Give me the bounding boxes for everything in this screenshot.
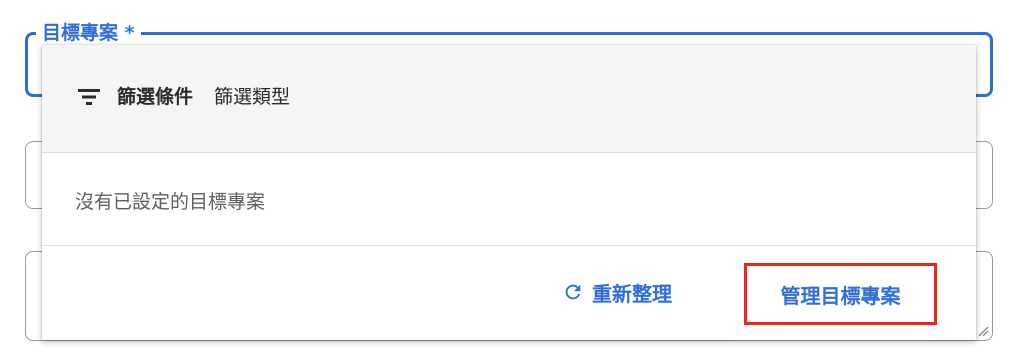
refresh-button[interactable]: 重新整理 (562, 277, 672, 307)
filter-list-icon[interactable] (78, 88, 100, 106)
empty-message: 沒有已設定的目標專案 (75, 191, 266, 213)
manage-label: 管理目標專案 (780, 283, 901, 308)
refresh-label: 重新整理 (592, 281, 672, 306)
page: 目標專案 * 篩選條件 篩選類型 沒有已設定的目標專案 重新整理 管理目標專案 (0, 0, 1024, 364)
filter-type-placeholder[interactable]: 篩選類型 (214, 85, 290, 109)
filter-label: 篩選條件 (117, 86, 194, 108)
footer-divider (42, 245, 976, 246)
target-project-dropdown: 篩選條件 篩選類型 沒有已設定的目標專案 重新整理 管理目標專案 (42, 45, 976, 340)
manage-target-projects-button[interactable]: 管理目標專案 (744, 263, 937, 325)
filter-bar[interactable]: 篩選條件 篩選類型 (42, 45, 976, 153)
refresh-icon (565, 284, 581, 300)
resize-handle-icon[interactable] (977, 325, 989, 337)
target-project-label: 目標專案 * (36, 22, 141, 44)
